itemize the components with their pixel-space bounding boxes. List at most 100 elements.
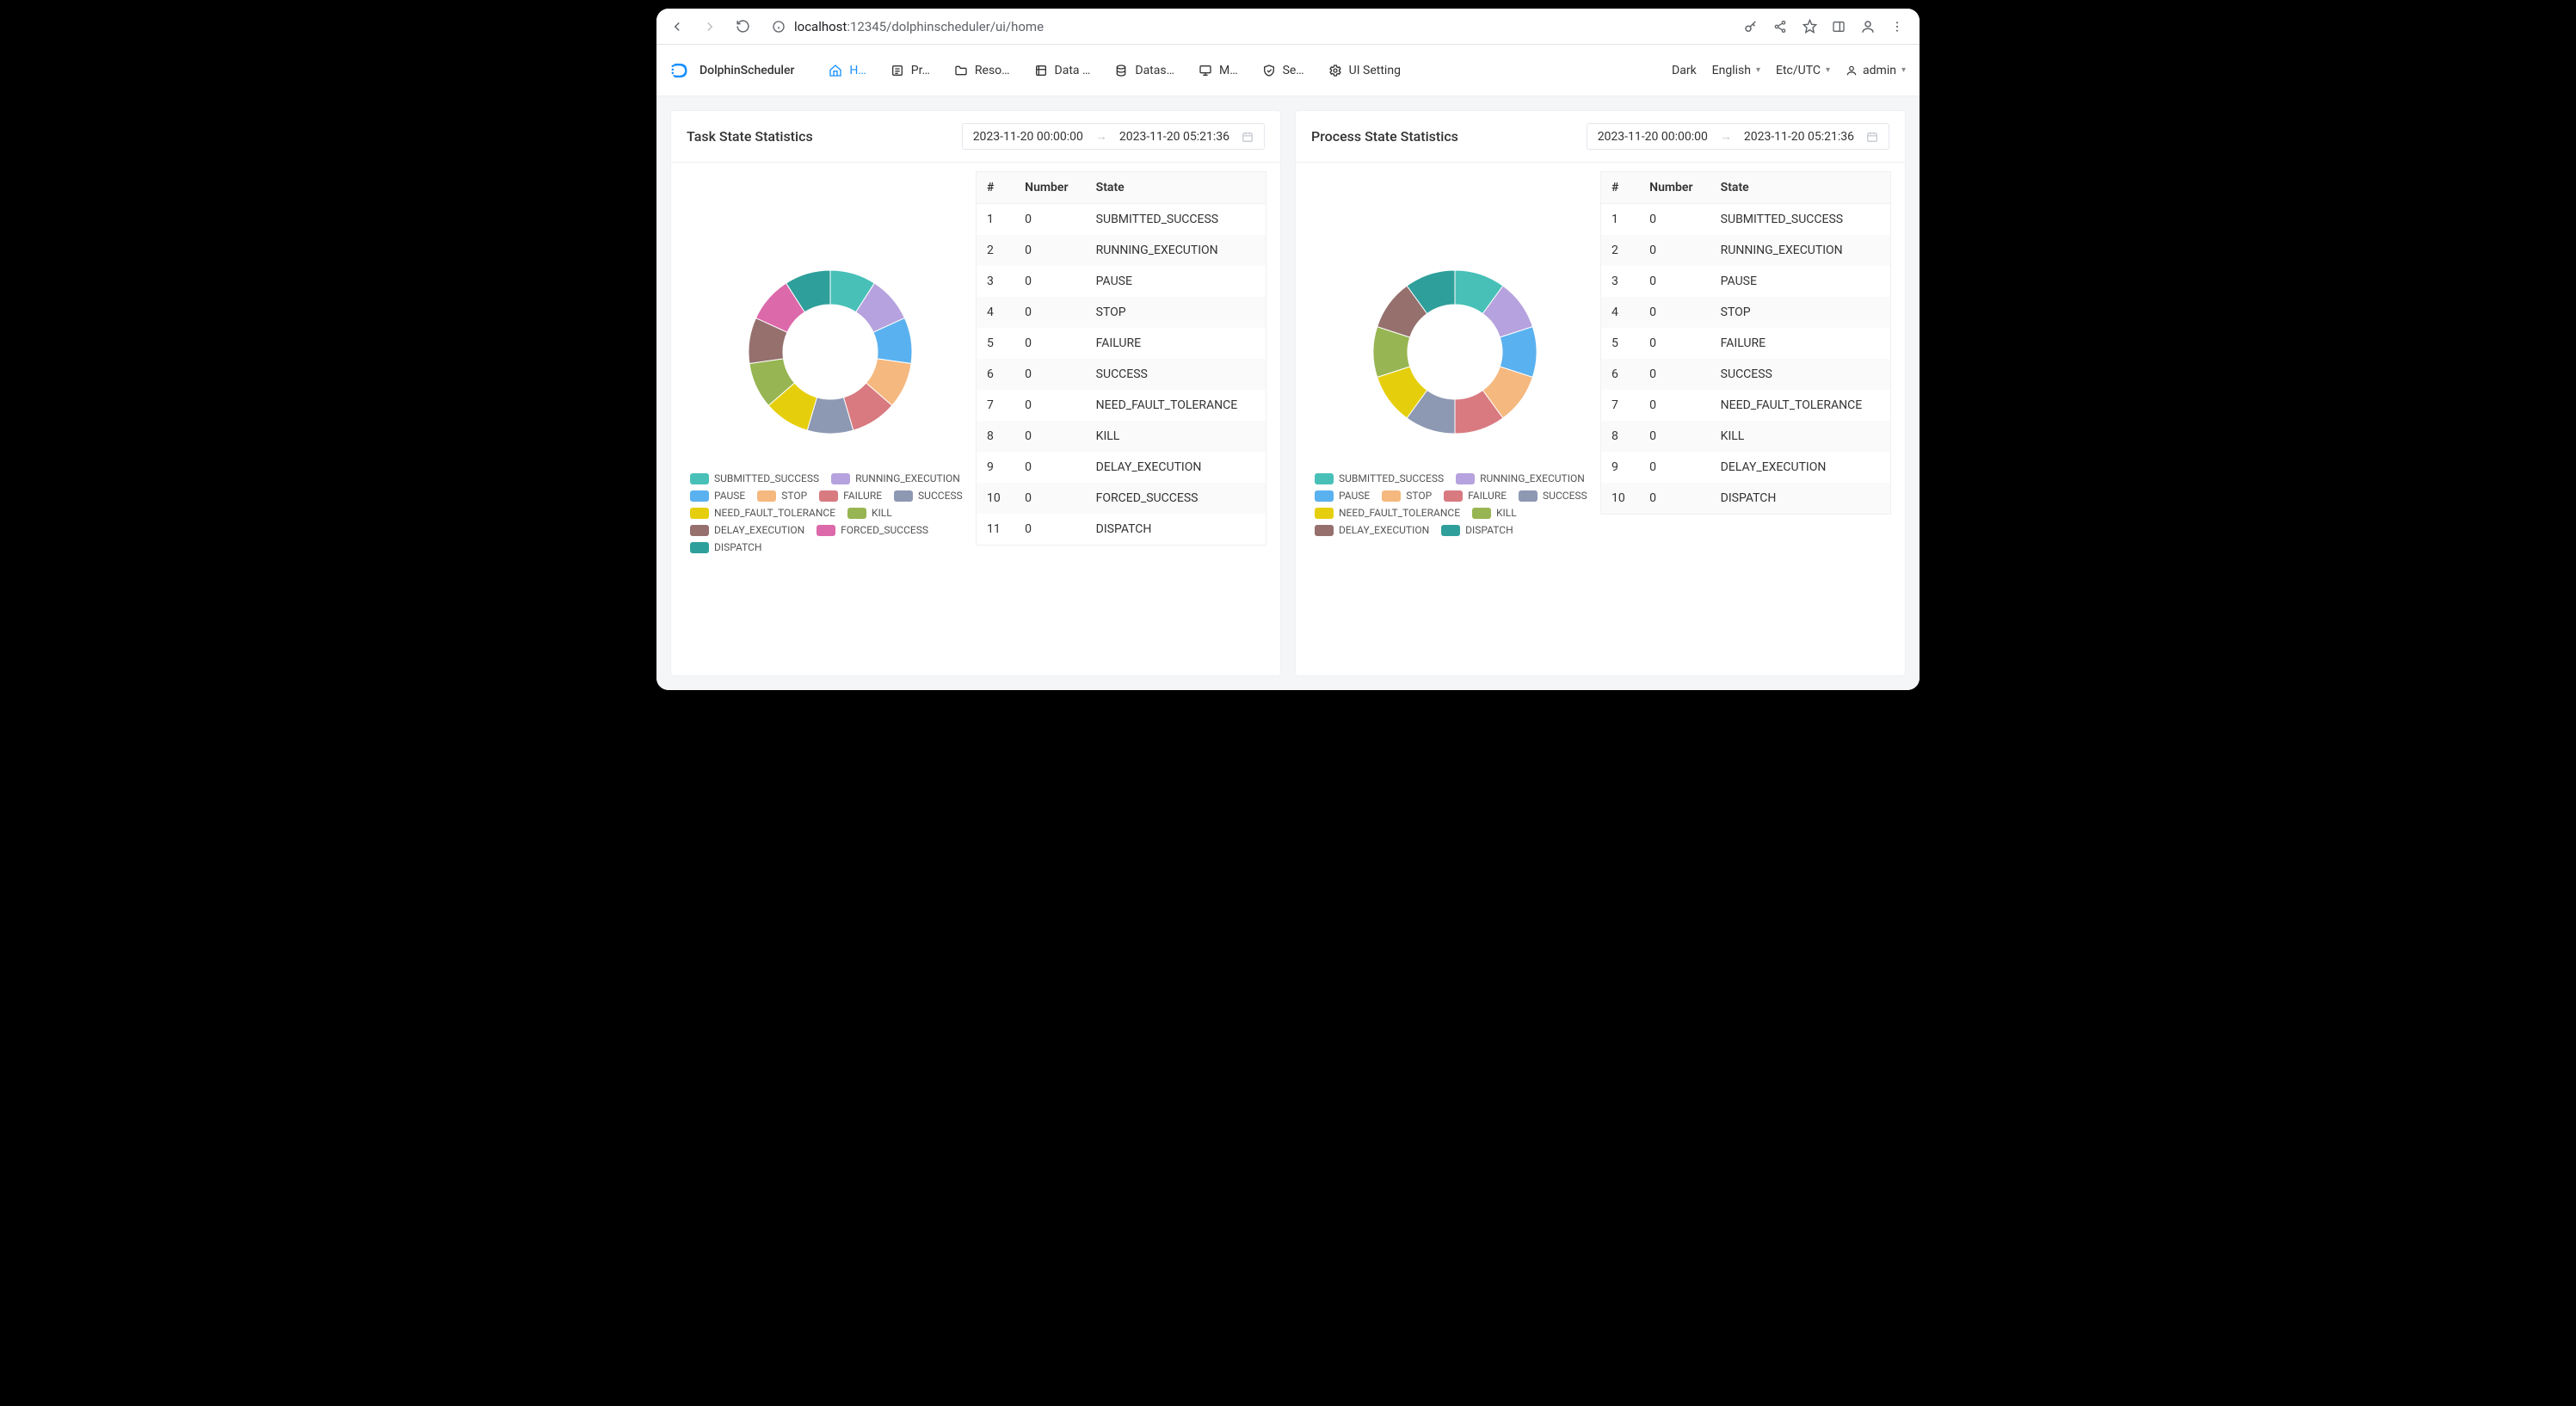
legend-item[interactable]: DISPATCH: [690, 541, 761, 553]
window: localhost:12345/dolphinscheduler/ui/home…: [656, 9, 1920, 690]
legend-item[interactable]: NEED_FAULT_TOLERANCE: [1315, 507, 1460, 519]
browser-forward-button[interactable]: [698, 15, 722, 39]
legend-item[interactable]: SUCCESS: [1519, 490, 1587, 502]
table-row[interactable]: 80KILL: [977, 421, 1266, 452]
nav-item-label: M…: [1219, 64, 1238, 77]
nav-item-label: Pr…: [911, 64, 930, 77]
table-row[interactable]: 70NEED_FAULT_TOLERANCE: [977, 390, 1266, 421]
browser-reload-button[interactable]: [730, 15, 755, 39]
legend-swatch: [847, 508, 866, 519]
legend-item[interactable]: DELAY_EXECUTION: [690, 524, 804, 536]
share-icon[interactable]: [1772, 18, 1789, 35]
cell-idx: 10: [977, 483, 1015, 514]
security-icon: [1262, 64, 1276, 77]
nav-item-home[interactable]: H…: [818, 59, 876, 83]
cell-number: 0: [1014, 452, 1086, 483]
browser-back-button[interactable]: [665, 15, 689, 39]
table-row[interactable]: 30PAUSE: [1601, 266, 1891, 297]
nav-item-datasource[interactable]: Datas…: [1104, 59, 1185, 83]
cell-number: 0: [1639, 390, 1710, 421]
table-row[interactable]: 90DELAY_EXECUTION: [1601, 452, 1891, 483]
table-row[interactable]: 50FAILURE: [1601, 328, 1891, 359]
legend-item[interactable]: FORCED_SUCCESS: [817, 524, 928, 536]
cell-number: 0: [1014, 421, 1086, 452]
table-row[interactable]: 40STOP: [1601, 297, 1891, 328]
legend-label: DELAY_EXECUTION: [714, 524, 804, 536]
logo[interactable]: DolphinScheduler: [670, 59, 794, 82]
table-row[interactable]: 70NEED_FAULT_TOLERANCE: [1601, 390, 1891, 421]
date-range-picker[interactable]: 2023-11-20 00:00:00 → 2023-11-20 05:21:3…: [1587, 123, 1889, 150]
legend-swatch: [690, 490, 709, 502]
table-row[interactable]: 10SUBMITTED_SUCCESS: [1601, 204, 1891, 236]
nav-item-security[interactable]: Se…: [1252, 59, 1315, 83]
table-row[interactable]: 60SUCCESS: [1601, 359, 1891, 390]
table-row[interactable]: 20RUNNING_EXECUTION: [1601, 235, 1891, 266]
legend-swatch: [1441, 525, 1460, 536]
site-info-icon[interactable]: [770, 18, 787, 35]
legend-item[interactable]: DISPATCH: [1441, 524, 1513, 536]
user-menu[interactable]: admin▾: [1846, 64, 1906, 77]
date-range-picker[interactable]: 2023-11-20 00:00:00 → 2023-11-20 05:21:3…: [962, 123, 1265, 150]
table-row[interactable]: 50FAILURE: [977, 328, 1266, 359]
legend-item[interactable]: NEED_FAULT_TOLERANCE: [690, 507, 835, 519]
address-bar[interactable]: localhost:12345/dolphinscheduler/ui/home: [763, 18, 1734, 35]
nav-item-folder[interactable]: Reso…: [944, 59, 1020, 83]
table-row[interactable]: 60SUCCESS: [977, 359, 1266, 390]
chart-legend: SUBMITTED_SUCCESS RUNNING_EXECUTION PAUSE S…: [685, 472, 976, 553]
legend-item[interactable]: RUNNING_EXECUTION: [1456, 472, 1585, 484]
nav-item-datacenter[interactable]: Data …: [1024, 59, 1101, 83]
table-row[interactable]: 30PAUSE: [977, 266, 1266, 297]
table-row[interactable]: 100FORCED_SUCCESS: [977, 483, 1266, 514]
cell-number: 0: [1014, 328, 1086, 359]
table-row[interactable]: 20RUNNING_EXECUTION: [977, 235, 1266, 266]
nav-item-monitor[interactable]: M…: [1188, 59, 1248, 83]
legend-label: STOP: [1406, 490, 1432, 502]
nav-item-project[interactable]: Pr…: [880, 59, 940, 83]
bookmark-star-icon[interactable]: [1801, 18, 1818, 35]
nav-item-label: Se…: [1283, 64, 1304, 77]
chart-legend: SUBMITTED_SUCCESS RUNNING_EXECUTION PAUSE S…: [1310, 472, 1600, 536]
profile-avatar-icon[interactable]: [1859, 18, 1877, 35]
legend-item[interactable]: RUNNING_EXECUTION: [831, 472, 960, 484]
table-row[interactable]: 40STOP: [977, 297, 1266, 328]
legend-swatch: [831, 473, 850, 484]
legend-label: FAILURE: [1468, 490, 1507, 502]
table-row[interactable]: 110DISPATCH: [977, 514, 1266, 546]
chart-column: SUBMITTED_SUCCESS RUNNING_EXECUTION PAUSE S…: [1310, 171, 1600, 662]
language-select[interactable]: English▾: [1712, 64, 1760, 77]
legend-item[interactable]: SUBMITTED_SUCCESS: [1315, 472, 1444, 484]
legend-item[interactable]: FAILURE: [819, 490, 882, 502]
monitor-icon: [1199, 64, 1212, 77]
cell-state: DISPATCH: [1710, 483, 1891, 515]
kebab-menu-icon[interactable]: [1889, 18, 1906, 35]
legend-item[interactable]: PAUSE: [690, 490, 745, 502]
legend-item[interactable]: PAUSE: [1315, 490, 1370, 502]
legend-item[interactable]: FAILURE: [1444, 490, 1507, 502]
arrow-right-icon: →: [1720, 129, 1732, 144]
nav-item-gear[interactable]: UI Setting: [1318, 59, 1411, 83]
table-row[interactable]: 80KILL: [1601, 421, 1891, 452]
legend-item[interactable]: KILL: [1472, 507, 1517, 519]
cell-state: DELAY_EXECUTION: [1710, 452, 1891, 483]
table-row[interactable]: 90DELAY_EXECUTION: [977, 452, 1266, 483]
legend-item[interactable]: DELAY_EXECUTION: [1315, 524, 1429, 536]
table-row[interactable]: 100DISPATCH: [1601, 483, 1891, 515]
card-title: Task State Statistics: [687, 128, 813, 145]
legend-item[interactable]: SUCCESS: [894, 490, 963, 502]
legend-label: FAILURE: [843, 490, 882, 502]
panel-icon[interactable]: [1830, 18, 1847, 35]
key-icon[interactable]: [1742, 18, 1759, 35]
card-header: Process State Statistics 2023-11-20 00:0…: [1296, 111, 1905, 163]
legend-item[interactable]: STOP: [757, 490, 807, 502]
donut-chart: [1369, 266, 1541, 438]
table-header: #: [1601, 172, 1640, 204]
timezone-select[interactable]: Etc/UTC▾: [1776, 64, 1830, 77]
legend-item[interactable]: STOP: [1382, 490, 1432, 502]
legend-item[interactable]: SUBMITTED_SUCCESS: [690, 472, 819, 484]
table-column: #NumberState 10SUBMITTED_SUCCESS20RUNNIN…: [1600, 171, 1891, 662]
nav-item-label: H…: [849, 64, 866, 77]
table-row[interactable]: 10SUBMITTED_SUCCESS: [977, 204, 1266, 236]
theme-toggle[interactable]: Dark: [1672, 64, 1697, 77]
legend-item[interactable]: KILL: [847, 507, 892, 519]
task-state-card: Task State Statistics 2023-11-20 00:00:0…: [670, 110, 1281, 676]
